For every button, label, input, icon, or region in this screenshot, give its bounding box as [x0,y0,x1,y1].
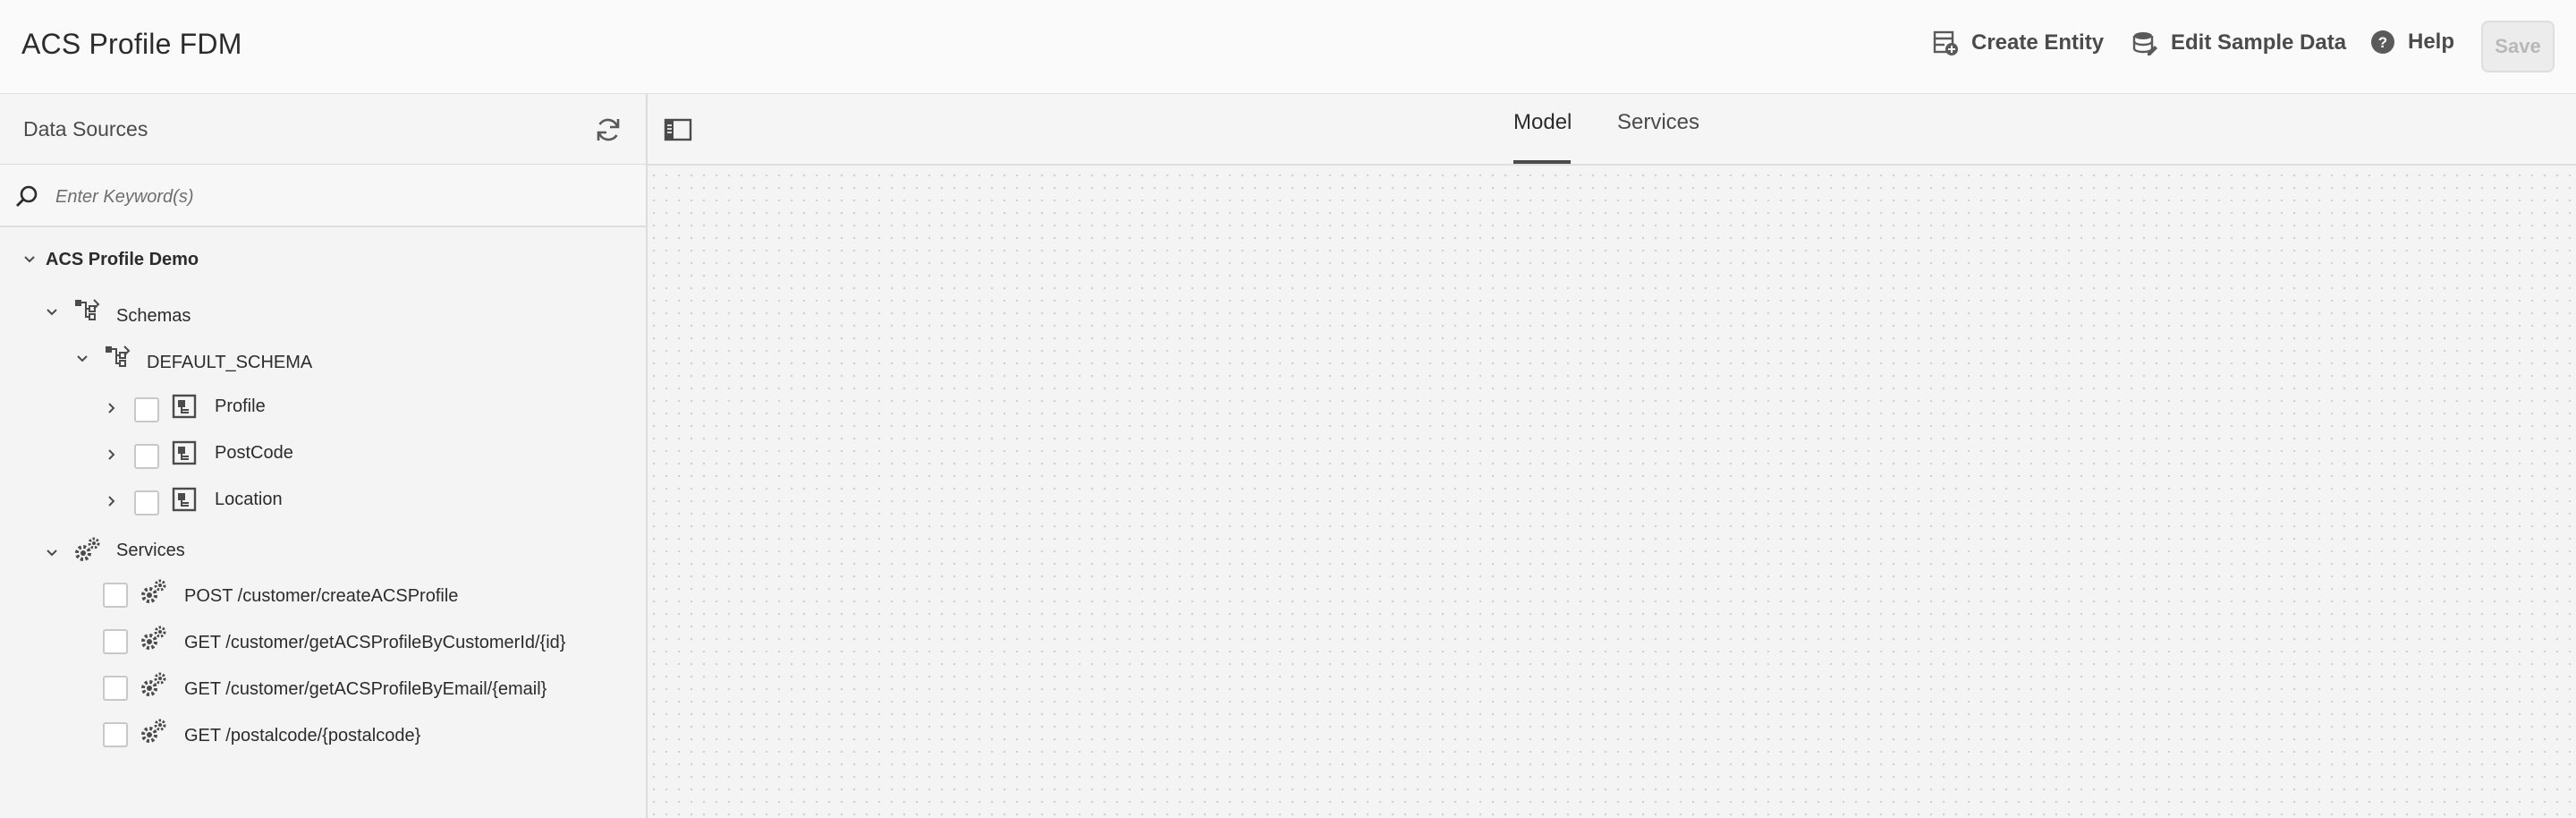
tree-schema-label: DEFAULT_SCHEMA [147,353,313,372]
schema-icon [106,345,131,367]
entity-checkbox[interactable] [134,490,159,516]
gears-icon [141,719,166,743]
page-title: ACS Profile FDM [21,28,242,60]
service-label: GET /postalcode/{postalcode} [184,726,421,746]
gears-icon [141,626,166,650]
data-sources-header: Data Sources [0,94,646,165]
app-header: ACS Profile FDM Create Entity Edit Sampl… [0,0,2576,94]
service-checkbox[interactable] [103,722,128,747]
search-bar [0,165,646,227]
main-tab-bar: Model Services [648,94,2576,166]
chevron-down-icon[interactable] [22,252,37,267]
search-input[interactable] [54,181,630,213]
edit-sample-data-button[interactable]: Edit Sample Data [2131,30,2346,56]
entity-icon [172,487,197,512]
gears-icon [141,672,166,696]
create-entity-icon [1932,30,1959,56]
entity-icon [172,440,197,465]
chevron-right-icon[interactable] [105,494,119,508]
edit-sample-data-label: Edit Sample Data [2171,30,2347,55]
tree-schemas-label: Schemas [116,306,191,326]
refresh-icon[interactable] [594,115,623,149]
chevron-down-icon[interactable] [75,352,89,366]
entity-label: Location [215,490,283,509]
service-label: GET /customer/getACSProfileByEmail/{emai… [184,679,547,699]
help-icon: ? [2370,30,2395,55]
data-sources-panel: Data Sources ACS Profile Demo [0,94,648,818]
entity-label: PostCode [215,443,293,463]
database-edit-icon [2131,30,2158,56]
tab-model[interactable]: Model [1513,110,1572,135]
gears-icon [75,537,100,561]
entity-icon [172,394,197,419]
model-canvas[interactable]: Model Services [648,94,2576,818]
panel-toggle-icon[interactable] [664,117,692,147]
chevron-down-icon[interactable] [45,546,59,560]
service-label: GET /customer/getACSProfileByCustomerId/… [184,633,566,652]
service-checkbox[interactable] [103,629,128,654]
service-checkbox[interactable] [103,583,128,608]
svg-text:?: ? [2378,34,2387,51]
help-button[interactable]: ? Help [2370,30,2454,55]
help-label: Help [2408,30,2455,54]
gears-icon [141,579,166,603]
chevron-right-icon[interactable] [105,447,119,462]
chevron-right-icon[interactable] [105,401,119,415]
service-label: POST /customer/createACSProfile [184,586,459,606]
save-button[interactable]: Save [2481,21,2555,72]
active-tab-indicator [1513,160,1571,164]
chevron-down-icon[interactable] [45,305,59,320]
entity-checkbox[interactable] [134,397,159,422]
search-icon [14,184,39,214]
create-entity-label: Create Entity [1971,30,2105,55]
data-sources-title: Data Sources [23,117,148,141]
entity-checkbox[interactable] [134,444,159,469]
create-entity-button[interactable]: Create Entity [1932,30,2104,56]
tab-services[interactable]: Services [1617,110,1699,135]
service-checkbox[interactable] [103,676,128,701]
tree-root-label: ACS Profile Demo [46,250,199,269]
tree-services-label: Services [116,541,185,560]
schema-icon [75,299,100,320]
entity-label: Profile [215,396,266,416]
